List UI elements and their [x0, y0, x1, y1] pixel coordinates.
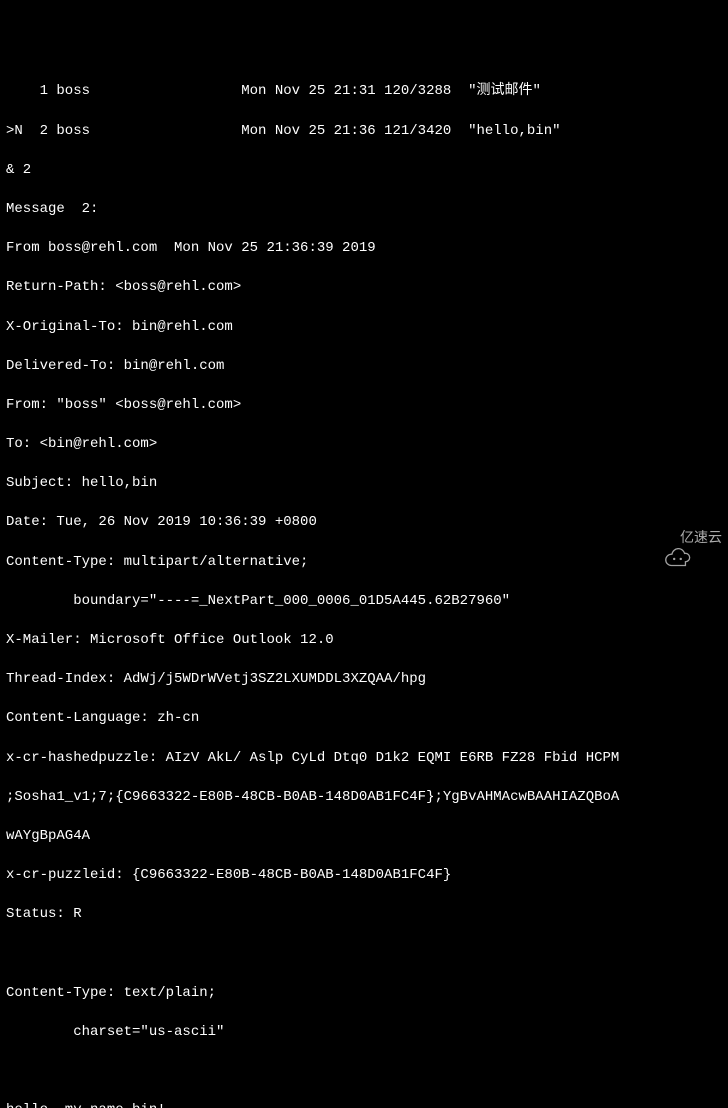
- body-charset: charset="us-ascii": [6, 1023, 722, 1043]
- watermark: 亿速云: [646, 528, 722, 548]
- header-content-language: Content-Language: zh-cn: [6, 709, 722, 729]
- header-x-original-to: X-Original-To: bin@rehl.com: [6, 318, 722, 338]
- header-to: To: <bin@rehl.com>: [6, 435, 722, 455]
- header-from: From: "boss" <boss@rehl.com>: [6, 396, 722, 416]
- watermark-text: 亿速云: [680, 528, 722, 548]
- message-number: Message 2:: [6, 200, 722, 220]
- header-boundary: boundary="----=_NextPart_000_0006_01D5A4…: [6, 592, 722, 612]
- header-date: Date: Tue, 26 Nov 2019 10:36:39 +0800: [6, 513, 722, 533]
- header-thread-index: Thread-Index: AdWj/j5WDrWVetj3SZ2LXUMDDL…: [6, 670, 722, 690]
- header-hashedpuzzle-cont1: ;Sosha1_v1;7;{C9663322-E80B-48CB-B0AB-14…: [6, 788, 722, 808]
- header-x-mailer: X-Mailer: Microsoft Office Outlook 12.0: [6, 631, 722, 651]
- message-body: hello, my name bin!: [6, 1101, 722, 1108]
- mail-list-row-selected: >N 2 boss Mon Nov 25 21:36 121/3420 "hel…: [6, 122, 722, 142]
- body-content-type: Content-Type: text/plain;: [6, 984, 722, 1004]
- header-x-cr-hashedpuzzle: x-cr-hashedpuzzle: AIzV AkL/ Aslp CyLd D…: [6, 749, 722, 769]
- command-input[interactable]: & 2: [6, 161, 722, 181]
- header-x-cr-puzzleid: x-cr-puzzleid: {C9663322-E80B-48CB-B0AB-…: [6, 866, 722, 886]
- blank-line: [6, 945, 722, 965]
- cloud-icon: [646, 528, 676, 548]
- header-subject: Subject: hello,bin: [6, 474, 722, 494]
- header-delivered-to: Delivered-To: bin@rehl.com: [6, 357, 722, 377]
- blank-line: [6, 1062, 722, 1082]
- mail-list-row: 1 boss Mon Nov 25 21:31 120/3288 "测试邮件": [6, 82, 722, 102]
- header-hashedpuzzle-cont2: wAYgBpAG4A: [6, 827, 722, 847]
- header-return-path: Return-Path: <boss@rehl.com>: [6, 278, 722, 298]
- header-from-envelope: From boss@rehl.com Mon Nov 25 21:36:39 2…: [6, 239, 722, 259]
- header-content-type: Content-Type: multipart/alternative;: [6, 553, 722, 573]
- header-status: Status: R: [6, 905, 722, 925]
